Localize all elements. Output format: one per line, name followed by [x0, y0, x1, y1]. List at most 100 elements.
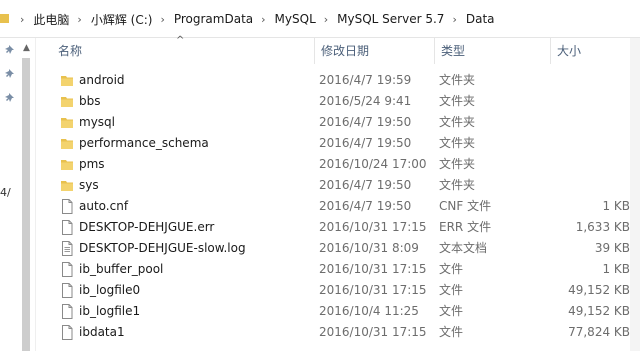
file-icon — [62, 262, 73, 277]
file-row[interactable]: ibdata1 2016/10/31 17:15 文件 77,824 KB — [52, 322, 640, 343]
folder-icon — [0, 14, 9, 23]
breadcrumb-item[interactable]: 小辉辉 (C:) — [91, 11, 153, 28]
file-icon — [62, 283, 73, 298]
file-modified-date: 2016/10/31 17:15 — [319, 262, 427, 276]
file-name: ib_logfile1 — [79, 304, 141, 318]
file-icon — [62, 304, 73, 319]
column-header-name[interactable]: 名称 — [52, 38, 314, 64]
file-type: 文件夹 — [439, 94, 476, 108]
chevron-right-icon[interactable]: › — [452, 13, 456, 26]
folder-icon — [61, 76, 73, 86]
file-type: CNF 文件 — [439, 199, 492, 213]
file-icon — [62, 220, 73, 235]
file-row[interactable]: android 2016/4/7 19:59 文件夹 — [52, 70, 640, 91]
file-size: 1 KB — [602, 262, 630, 276]
file-row[interactable]: pms 2016/10/24 17:00 文件夹 — [52, 154, 640, 175]
file-size: 39 KB — [594, 241, 630, 255]
file-name: DESKTOP-DEHJGUE-slow.log — [79, 241, 246, 255]
folder-icon — [61, 181, 73, 191]
chevron-right-icon[interactable]: › — [261, 13, 265, 26]
file-type: 文件夹 — [439, 73, 476, 87]
file-size: 49,152 KB — [568, 304, 630, 318]
file-name: sys — [79, 178, 99, 192]
file-name: pms — [79, 157, 105, 171]
file-list: android 2016/4/7 19:59 文件夹 bbs 2016/5/24 9:4… — [52, 70, 640, 343]
file-row[interactable]: DESKTOP-DEHJGUE.err 2016/10/31 17:15 ERR 文… — [52, 217, 640, 238]
nav-scrollbar-thumb[interactable] — [22, 58, 30, 351]
file-name: android — [79, 73, 125, 87]
file-modified-date: 2016/10/31 17:15 — [319, 220, 427, 234]
column-header-row: ^ 名称 修改日期 类型 大小 — [52, 35, 640, 64]
chevron-right-icon[interactable]: › — [77, 13, 81, 26]
scroll-up-icon[interactable]: ▲ — [23, 43, 30, 53]
file-modified-date: 2016/10/31 17:15 — [319, 283, 427, 297]
file-name: performance_schema — [79, 136, 209, 150]
breadcrumb-item[interactable]: ProgramData — [174, 12, 253, 26]
file-row[interactable]: performance_schema 2016/4/7 19:50 文件夹 — [52, 133, 640, 154]
breadcrumb-item[interactable]: Data — [466, 12, 495, 26]
file-type: ERR 文件 — [439, 220, 492, 234]
file-modified-date: 2016/4/7 19:50 — [319, 178, 412, 192]
file-name: mysql — [79, 115, 115, 129]
file-size: 1,633 KB — [575, 220, 630, 234]
file-name: ib_logfile0 — [79, 283, 141, 297]
navigation-pane: 4/ — [0, 38, 36, 351]
file-row[interactable]: ib_logfile0 2016/10/31 17:15 文件 49,152 KB — [52, 280, 640, 301]
file-row[interactable]: ib_logfile1 2016/10/4 11:25 文件 49,152 KB — [52, 301, 640, 322]
file-type: 文件 — [439, 325, 464, 339]
breadcrumb-item[interactable]: MySQL — [275, 12, 316, 26]
file-type: 文件 — [439, 304, 464, 318]
file-name: ibdata1 — [79, 325, 125, 339]
file-row[interactable]: ib_buffer_pool 2016/10/31 17:15 文件 1 KB — [52, 259, 640, 280]
chevron-right-icon[interactable]: › — [160, 13, 164, 26]
breadcrumb-item[interactable]: MySQL Server 5.7 — [337, 12, 444, 26]
file-name: bbs — [79, 94, 101, 108]
file-modified-date: 2016/10/31 17:15 — [319, 325, 427, 339]
file-row[interactable]: mysql 2016/4/7 19:50 文件夹 — [52, 112, 640, 133]
folder-icon — [61, 139, 73, 149]
file-size: 77,824 KB — [568, 325, 630, 339]
column-header-date[interactable]: 修改日期 — [314, 38, 434, 64]
folder-icon — [61, 160, 73, 170]
chevron-right-icon[interactable]: › — [20, 13, 24, 26]
pin-icon[interactable] — [5, 92, 17, 104]
file-type: 文件夹 — [439, 178, 476, 192]
breadcrumb-item[interactable]: 此电脑 — [33, 11, 69, 28]
file-type: 文件 — [439, 262, 464, 276]
file-modified-date: 2016/4/7 19:50 — [319, 115, 412, 129]
file-modified-date: 2016/4/7 19:50 — [319, 136, 412, 150]
file-row[interactable]: DESKTOP-DEHJGUE-slow.log 2016/10/31 8:09 文… — [52, 238, 640, 259]
address-bar[interactable]: › 此电脑 › 小辉辉 (C:) › ProgramData › MySQL › MySQL Se… — [0, 0, 640, 38]
file-type: 文件夹 — [439, 115, 476, 129]
file-modified-date: 2016/10/24 17:00 — [319, 157, 427, 171]
file-modified-date: 2016/10/31 8:09 — [319, 241, 419, 255]
file-icon — [62, 325, 73, 340]
file-modified-date: 2016/5/24 9:41 — [319, 94, 412, 108]
file-list-scrollbar[interactable] — [630, 38, 640, 351]
text-file-icon — [62, 241, 73, 256]
folder-icon — [61, 118, 73, 128]
file-size: 1 KB — [602, 199, 630, 213]
file-name: DESKTOP-DEHJGUE.err — [79, 220, 215, 234]
file-row[interactable]: bbs 2016/5/24 9:41 文件夹 — [52, 91, 640, 112]
folder-icon — [61, 97, 73, 107]
file-name: auto.cnf — [79, 199, 129, 213]
file-type: 文件夹 — [439, 136, 476, 150]
pin-icon[interactable] — [5, 44, 17, 56]
file-row[interactable]: auto.cnf 2016/4/7 19:50 CNF 文件 1 KB — [52, 196, 640, 217]
file-type: 文本文档 — [439, 241, 488, 255]
file-size: 49,152 KB — [568, 283, 630, 297]
column-header-size[interactable]: 大小 — [550, 38, 628, 64]
column-header-type[interactable]: 类型 — [434, 38, 550, 64]
chevron-right-icon[interactable]: › — [324, 13, 328, 26]
breadcrumb: › 此电脑 › 小辉辉 (C:) › ProgramData › MySQL › MySQL Se… — [12, 0, 495, 38]
file-icon — [62, 199, 73, 214]
file-type: 文件夹 — [439, 157, 476, 171]
file-modified-date: 2016/10/4 11:25 — [319, 304, 419, 318]
file-modified-date: 2016/4/7 19:50 — [319, 199, 412, 213]
file-type: 文件 — [439, 283, 464, 297]
nav-item-fragment[interactable]: 4/ — [0, 186, 11, 199]
pin-icon[interactable] — [5, 68, 17, 80]
file-name: ib_buffer_pool — [79, 262, 164, 276]
file-row[interactable]: sys 2016/4/7 19:50 文件夹 — [52, 175, 640, 196]
